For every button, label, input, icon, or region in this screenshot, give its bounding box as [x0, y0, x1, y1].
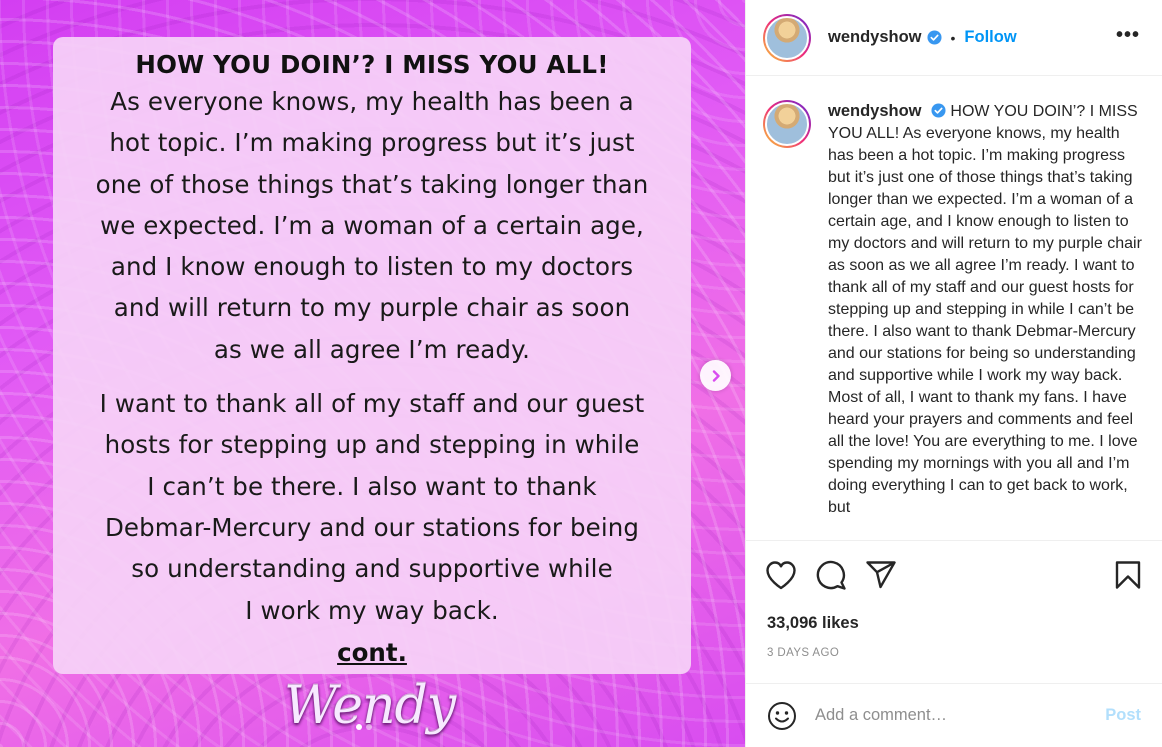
more-options-button[interactable]: •••	[1116, 24, 1140, 47]
header-username[interactable]: wendyshow	[828, 28, 922, 47]
card-line: As everyone knows, my health has been a	[110, 87, 634, 116]
follow-button[interactable]: Follow	[964, 28, 1016, 47]
share-icon[interactable]	[865, 560, 897, 590]
bookmark-icon[interactable]	[1114, 560, 1142, 590]
verified-badge-icon	[926, 30, 942, 45]
card-continued: cont.	[337, 637, 407, 667]
card-paragraph-1: As everyone knows, my health has been a …	[53, 81, 691, 370]
card-paragraph-2: I want to thank all of my staff and our …	[53, 383, 691, 631]
card-line: hosts for stepping up and stepping in wh…	[104, 430, 640, 460]
carousel-dot-active	[356, 724, 362, 730]
comment-icon[interactable]	[815, 560, 847, 590]
comments-area[interactable]: wendyshow HOW YOU DOIN’? I MISS YOU ALL!…	[746, 76, 1162, 541]
post-timestamp[interactable]: 3 DAYS AGO	[767, 647, 839, 659]
card-line: hot topic. I’m making progress but it’s …	[109, 128, 635, 158]
card-line: one of those things that’s taking longer…	[95, 169, 649, 199]
comment-input[interactable]	[815, 706, 1090, 725]
card-line: we expected. I’m a woman of a certain ag…	[100, 210, 644, 240]
caption: wendyshow HOW YOU DOIN’? I MISS YOU ALL!…	[828, 100, 1145, 519]
caption-text: HOW YOU DOIN’? I MISS YOU ALL! As everyo…	[828, 103, 1142, 516]
caption-username[interactable]: wendyshow	[828, 102, 922, 120]
card-line: I can’t be there. I also want to thank	[147, 471, 597, 501]
card-line: I work my way back.	[245, 595, 499, 625]
action-bar	[746, 541, 1162, 609]
header-user: wendyshow • Follow	[828, 28, 1017, 47]
post-media[interactable]: HOW YOU DOIN’? I MISS YOU ALL! As everyo…	[0, 0, 745, 747]
card-heading: HOW YOU DOIN’? I MISS YOU ALL!	[135, 50, 609, 79]
caption-avatar[interactable]	[763, 100, 811, 148]
avatar-image	[765, 15, 809, 60]
carousel-dots	[356, 724, 372, 730]
next-slide-button[interactable]	[700, 360, 731, 391]
card-line: I want to thank all of my staff and our …	[99, 389, 645, 419]
wendy-logo: Wendy	[284, 676, 456, 736]
heart-icon[interactable]	[765, 560, 797, 590]
add-comment-row: Post	[746, 683, 1162, 747]
card-line: and I know enough to listen to my doctor…	[110, 252, 634, 282]
smiley-icon[interactable]	[767, 701, 797, 731]
avatar[interactable]	[763, 13, 811, 62]
carousel-dot	[366, 724, 372, 730]
likes-count[interactable]: 33,096 likes	[767, 614, 859, 633]
avatar-image	[765, 102, 809, 146]
verified-badge-icon	[931, 103, 946, 118]
chevron-right-icon	[712, 369, 720, 382]
card-line: as we all agree I’m ready.	[213, 334, 531, 364]
card-line: Debmar-Mercury and our stations for bein…	[104, 512, 640, 542]
card-line: and will return to my purple chair as so…	[113, 293, 631, 323]
card-line: so understanding and supportive while	[131, 554, 613, 584]
instagram-post: HOW YOU DOIN’? I MISS YOU ALL! As everyo…	[0, 0, 1162, 747]
separator-bullet: •	[950, 29, 956, 46]
caption-row: wendyshow HOW YOU DOIN’? I MISS YOU ALL!…	[763, 100, 1145, 519]
post-sidebar: wendyshow • Follow ••• wendyshow HOW YOU…	[745, 0, 1162, 747]
post-header: wendyshow • Follow •••	[746, 0, 1162, 76]
statement-card: HOW YOU DOIN’? I MISS YOU ALL! As everyo…	[53, 37, 691, 674]
post-comment-button[interactable]: Post	[1105, 706, 1141, 725]
